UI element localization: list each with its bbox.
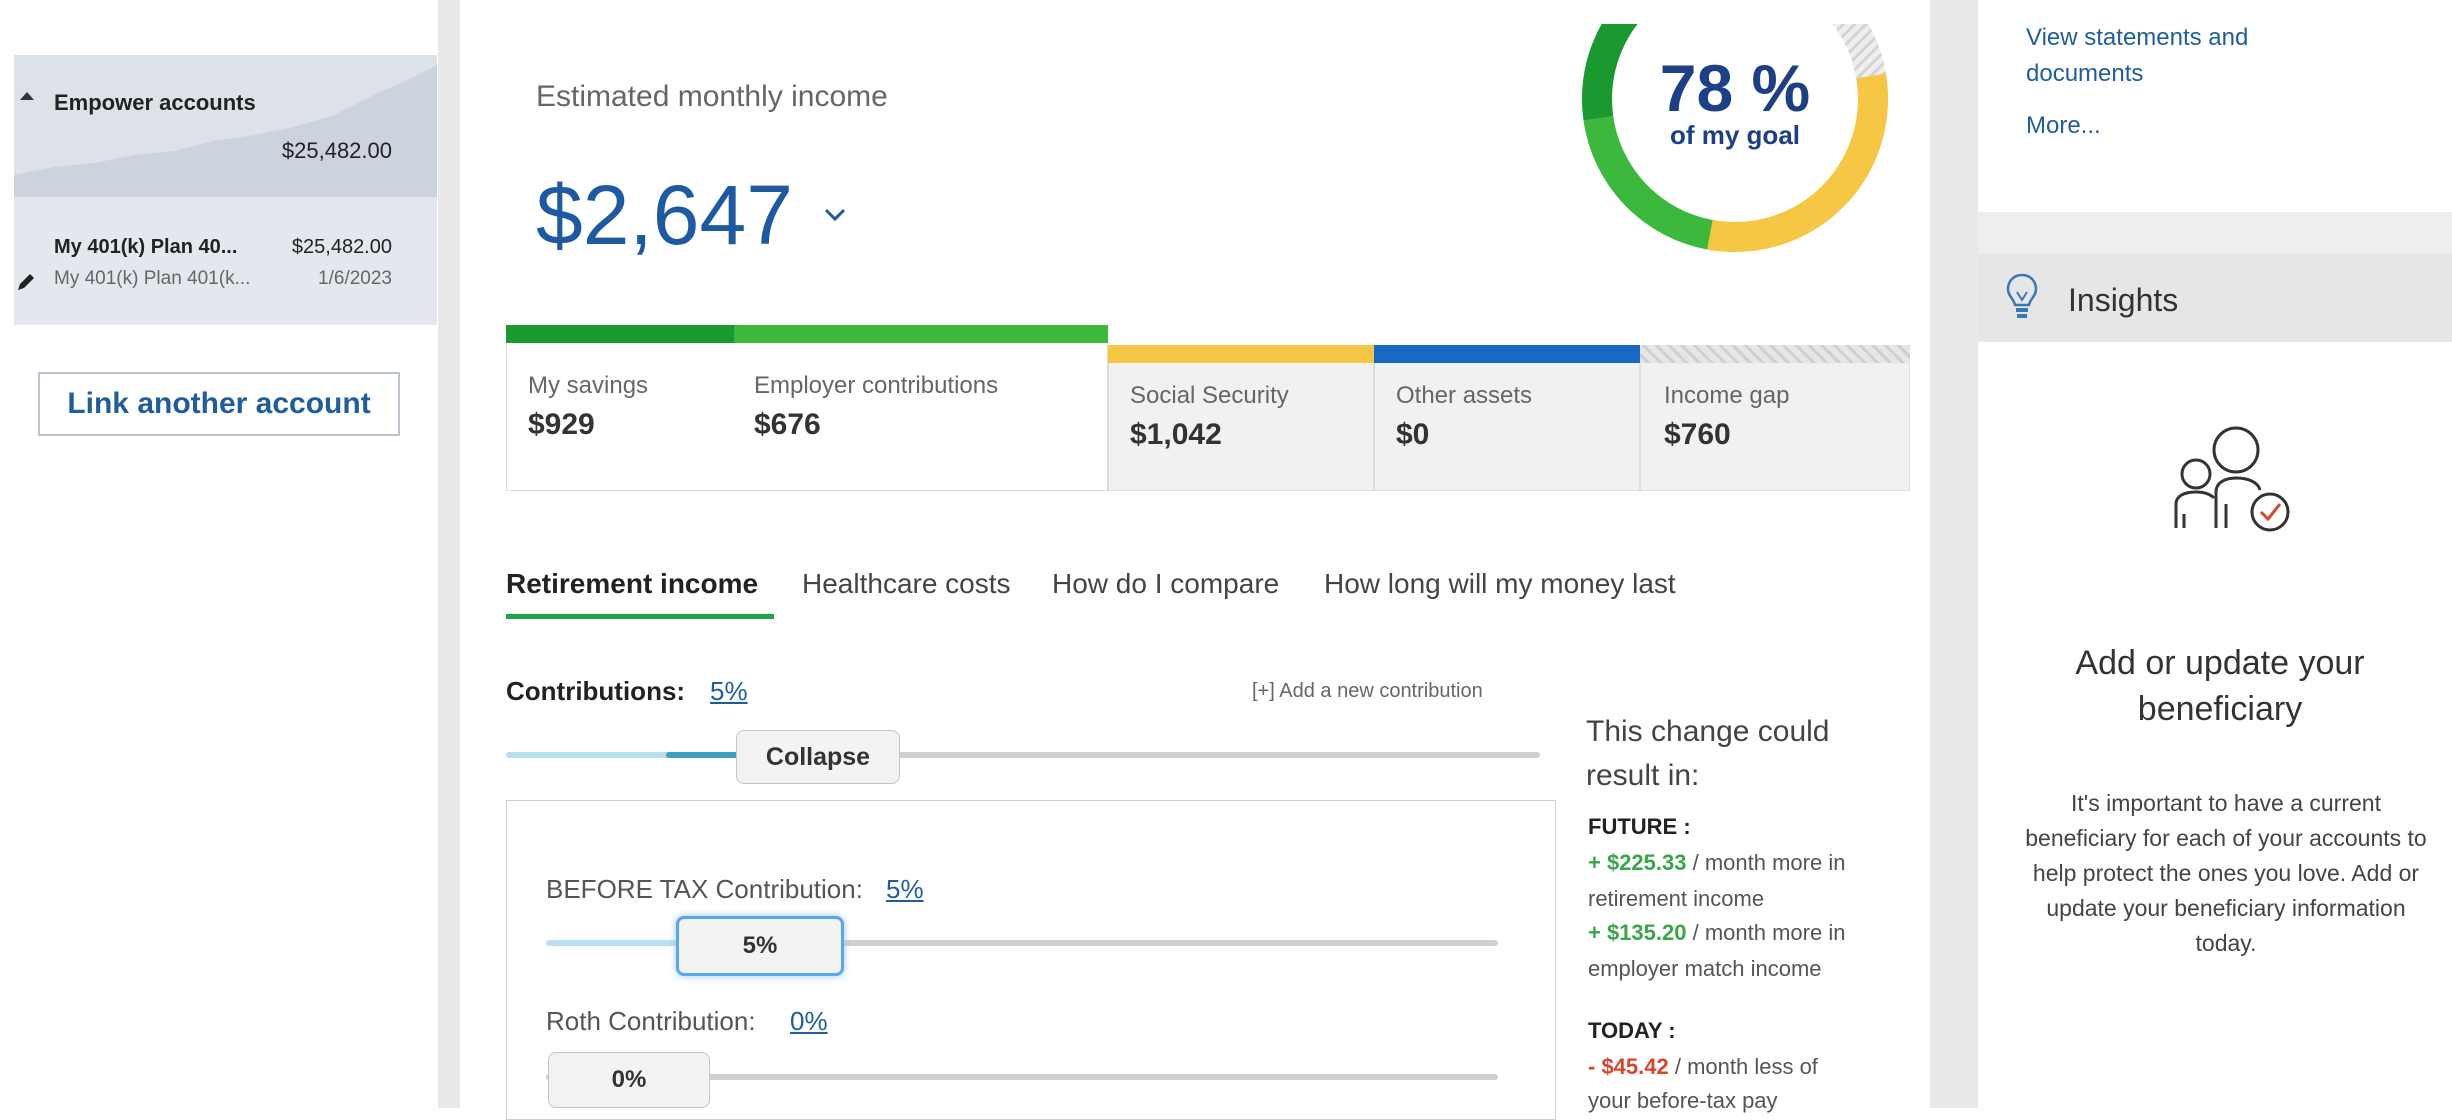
future-line-2-cont: employer match income [1588,956,1822,981]
savings-value: $929 [528,408,595,441]
tab-retirement-income[interactable]: Retirement income [506,568,758,600]
account-date: 1/6/2023 [318,268,392,289]
employer-bar-segment [734,325,1108,345]
add-contribution-link[interactable]: [+] Add a new contribution [1252,680,1483,703]
other-assets-value: $0 [1396,418,1430,451]
today-line-cont: your before-tax pay [1588,1088,1778,1113]
roth-percent-link[interactable]: 0% [790,1006,828,1037]
roth-slider-thumb[interactable]: 0% [548,1052,710,1108]
link-another-account-button[interactable]: Link another account [38,372,400,436]
tab-how-do-i-compare[interactable]: How do I compare [1052,568,1279,600]
social-security-label: Social Security [1130,382,1289,409]
future-retirement-text: / month more in [1686,850,1846,875]
insight-body: It's important to have a current benefic… [2025,790,2427,956]
employer-label: Employer contributions [754,372,999,399]
future-employer-amount: + $135.20 [1588,920,1687,945]
roth-label: Roth Contribution: [546,1006,756,1036]
collapse-caret-icon[interactable] [20,92,34,100]
estimated-income-label: Estimated monthly income [536,80,888,113]
account-subtitle: My 401(k) Plan 401(k... [54,268,251,289]
lightbulb-icon [2006,273,2038,318]
insight-heading[interactable]: Add or update your beneficiary [2030,640,2410,732]
tab-healthcare-costs[interactable]: Healthcare costs [802,568,1011,600]
contributions-label: Contributions: [506,676,686,706]
future-line-2: + $135.20 / month more in [1588,920,1845,946]
today-amount: - $45.42 [1588,1054,1669,1079]
goal-percent: 78 % [1659,51,1811,125]
goal-label: of my goal [1669,120,1800,150]
account-balance: $25,482.00 [291,236,392,258]
before-tax-slider-thumb[interactable]: 5% [676,916,844,976]
view-statements-link[interactable]: View statements and documents [2026,20,2326,92]
before-tax-slider-fill [546,940,680,946]
chevron-down-icon[interactable] [820,200,850,230]
pencil-icon[interactable] [16,272,36,292]
contributions-percent-link[interactable]: 5% [710,676,748,707]
today-line: - $45.42 / month less of [1588,1054,1818,1080]
social-security-value: $1,042 [1130,418,1222,451]
before-tax-percent-link[interactable]: 5% [886,874,924,905]
tab-how-long-money-last[interactable]: How long will my money last [1324,568,1676,600]
savings-label: My savings [528,372,649,399]
income-gap-bar-segment [1640,345,1910,365]
account-group-total: $25,482.00 [281,138,392,163]
contributions-slider-fill [506,752,666,758]
employer-value: $676 [754,408,821,441]
active-tab-indicator [506,614,774,619]
today-text: / month less of [1668,1054,1818,1079]
savings-bar-segment [506,325,734,345]
today-heading: TODAY : [1588,1018,1676,1043]
account-group-header[interactable] [14,55,437,197]
insights-header [1978,254,2452,342]
social-security-bar-segment [1108,345,1374,365]
account-name[interactable]: My 401(k) Plan 40... [54,236,237,259]
future-heading: FUTURE : [1588,814,1691,839]
more-link[interactable]: More... [2026,112,2101,140]
future-line-1: + $225.33 / month more in [1588,850,1845,876]
income-gap-value: $760 [1664,418,1731,451]
before-tax-label: BEFORE TAX Contribution: [546,874,863,904]
future-employer-text: / month more in [1686,920,1846,945]
beneficiary-people-icon [2174,426,2290,532]
income-gap-label: Income gap [1664,382,1790,409]
change-result-intro: This change could result in: [1586,715,1830,792]
future-line-1-cont: retirement income [1588,886,1765,911]
other-assets-label: Other assets [1396,382,1533,409]
collapse-button[interactable]: Collapse [736,730,900,784]
account-group-title[interactable]: Empower accounts [54,90,256,116]
monthly-income-amount[interactable]: $2,647 [536,170,793,260]
balance-sparkline [14,65,437,197]
left-gutter [438,0,460,1108]
contributions-slider-fill-active [666,752,740,758]
future-retirement-amount: + $225.33 [1588,850,1687,875]
other-assets-bar-segment [1374,345,1640,365]
right-gutter [1930,0,1978,1108]
insights-title: Insights [2068,282,2179,318]
